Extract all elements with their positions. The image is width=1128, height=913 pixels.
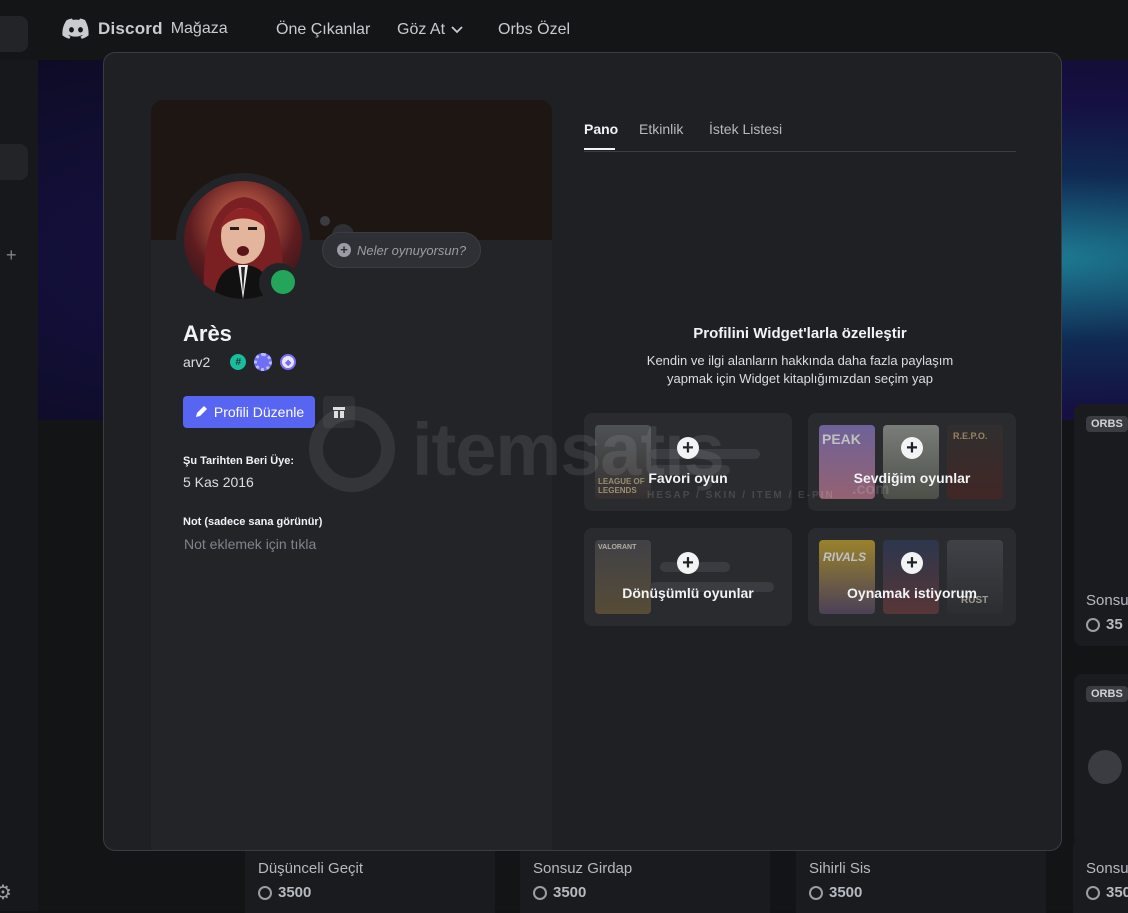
note-input[interactable]: Not eklemek için tıkla [184,536,316,552]
nav-featured-label: Öne Çıkanlar [276,21,371,38]
orbs-badge: ORBS [1086,686,1128,702]
watermark-logo [309,406,395,492]
price-value: 3500 [829,884,863,901]
display-name: Arès [183,321,232,346]
chevron-down-icon [451,26,463,34]
orb-icon [1086,617,1100,632]
nav-browse[interactable]: Göz At [397,21,463,39]
game-thumbnail: R.E.P.O. [947,425,1003,499]
nav-orbs-exclusive[interactable]: Orbs Özel [498,21,570,39]
widget-label: Dönüşümlü oyunlar [622,585,754,601]
online-status-icon [271,270,295,294]
shop-card[interactable]: ORBS Sonsu 35 [1074,404,1128,646]
game-thumbnail: RUST [947,540,1003,614]
username-row: arv2 # ◆ [183,353,297,371]
card-price: 35 [1086,616,1123,633]
widget-label: Oynamak istiyorum [847,585,977,601]
card-price: 3500 [258,884,311,901]
price-value: 3500 [278,884,312,901]
discord-icon [62,18,89,39]
orb-icon [1086,885,1100,900]
widget-want-to-play[interactable]: RIVALS RUST + Oynamak istiyorum [808,528,1016,626]
card-title: Düşünceli Geçit [258,860,364,877]
edit-profile-label: Profili Düzenle [213,404,305,420]
card-title: Sonsu [1086,592,1128,609]
gear-icon[interactable]: ⚙ [0,880,12,905]
game-thumbnail: VALORANT [595,540,651,614]
orb-badge-icon[interactable]: ◆ [280,354,297,370]
thumbnail-text: RIVALS [823,550,867,564]
thumbnail-text: PEAK [822,431,861,447]
edit-profile-button[interactable]: Profili Düzenle [183,396,315,428]
left-rail: + [0,16,38,911]
tab-etkinlik[interactable]: Etkinlik [639,121,683,137]
profile-modal: + Neler oynuyorsun? Arès arv2 # ◆ Profil… [103,52,1062,851]
member-since-label: Şu Tarihten Beri Üye: [183,455,295,467]
card-price: 3500 [1086,884,1128,901]
discord-logo[interactable]: Discord Mağaza [62,18,228,40]
rail-item[interactable] [0,16,28,52]
quest-badge-icon[interactable] [254,353,273,371]
orb-icon [258,885,272,900]
username: arv2 [183,354,211,370]
hashtag-badge-icon[interactable]: # [230,354,247,370]
thought-bubble-dot [320,216,330,226]
watermark-text: itemsatış [412,408,725,491]
orb-icon [533,885,547,900]
add-circle-icon: + [337,243,351,257]
widgets-title: Profilini Widget'larla özelleştir [693,325,907,342]
card-price: 3500 [809,884,862,901]
orb-icon [809,885,823,900]
card-price: 3500 [533,884,586,901]
shop-card[interactable]: Sonsu 3500 [1073,838,1128,913]
store-topbar: Discord Mağaza Öne Çıkanlar Göz At Orbs … [0,0,1128,60]
widget-liked-games[interactable]: PEAK R.E.P.O. + Sevdiğim oyunlar [808,413,1016,511]
card-title: Sonsuz Girdap [533,860,633,877]
card-title: Sonsu [1086,860,1128,877]
profile-tabs: Pano Etkinlik İstek Listesi [584,119,1016,152]
nav-orbs-label: Orbs Özel [498,21,571,38]
rail-item[interactable] [0,144,28,180]
widget-label: Sevdiğim oyunlar [853,470,971,486]
brand-name: Discord [98,19,163,38]
game-thumbnail: RIVALS [819,540,875,614]
watermark-subtext: HESAP / SKIN / ITEM / E-PIN [647,490,835,501]
nav-browse-label: Göz At [397,21,446,38]
price-value: 3500 [1106,884,1128,901]
tab-pano[interactable]: Pano [584,121,618,137]
tab-wishlist[interactable]: İstek Listesi [709,121,782,137]
active-tab-indicator [584,148,615,150]
card-title: Sihirli Sis [809,860,871,877]
pencil-icon [195,406,207,417]
thumbnail-text: VALORANT [598,544,637,551]
member-since-value: 5 Kas 2016 [183,474,254,490]
watermark-tld: .com [852,481,890,498]
add-icon: + [901,552,923,574]
store-label: Mağaza [170,20,228,37]
orbs-badge: ORBS [1086,416,1128,432]
activity-status-button[interactable]: + Neler oynuyorsun? [322,232,482,268]
widgets-description: Kendin ve ilgi alanların hakkında daha f… [646,353,954,386]
thumbnail-text: R.E.P.O. [953,431,988,441]
add-icon: + [901,437,923,459]
widget-rotating-games[interactable]: VALORANT + Dönüşümlü oyunlar [584,528,792,626]
add-icon: + [677,552,699,574]
plus-icon[interactable]: + [6,245,17,266]
nav-featured[interactable]: Öne Çıkanlar [276,21,370,39]
note-label: Not (sadece sana görünür) [183,516,323,528]
shop-card[interactable]: ORBS [1074,674,1128,844]
activity-placeholder: Neler oynuyorsun? [357,242,467,258]
price-value: 35 [1106,616,1123,633]
price-value: 3500 [553,884,587,901]
avatar-decoration [1088,750,1122,784]
